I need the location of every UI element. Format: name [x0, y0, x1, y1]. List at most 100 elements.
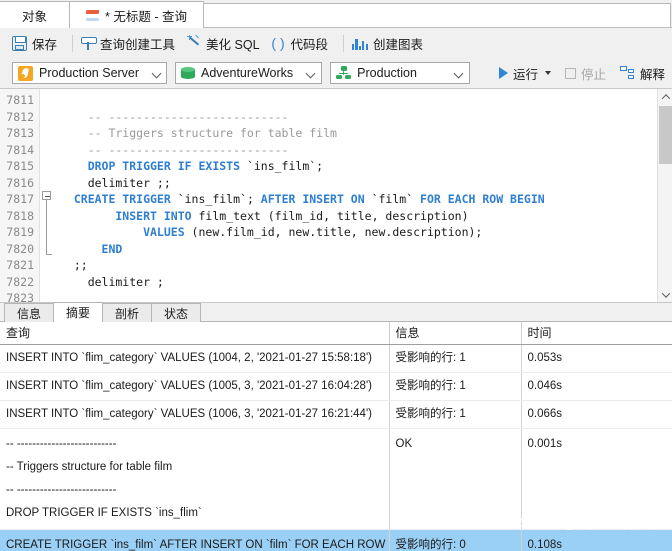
cell-query: -- -------------------------- -- Trigger… [0, 428, 390, 530]
cell-info: 受影响的行: 1 [389, 372, 522, 401]
column-header-info[interactable]: 信息 [389, 322, 522, 345]
create-chart-button[interactable]: 创建图表 [350, 32, 432, 55]
result-tab-摘要[interactable]: 摘要 [53, 302, 104, 322]
code-line[interactable]: -- -------------------------- [56, 142, 657, 159]
code-line[interactable]: INSERT INTO film_text (film_id, title, d… [56, 208, 657, 225]
stop-button-label: 停止 [580, 67, 606, 82]
code-line[interactable]: ;; [56, 257, 657, 274]
cell-info: 受影响的行: 1 [389, 344, 522, 373]
stop-button: 停止 [558, 62, 613, 85]
tab-objects[interactable]: 对象 [0, 1, 71, 28]
cell-time: 0.108s [521, 529, 672, 551]
result-tab-状态[interactable]: 状态 [151, 303, 202, 322]
query-builder-icon [81, 36, 98, 51]
code-line[interactable] [56, 92, 657, 109]
stop-icon [564, 67, 576, 79]
code-line[interactable]: VALUES (new.film_id, new.title, new.desc… [56, 224, 657, 241]
beautify-sql-button[interactable]: 美化 SQL [184, 32, 269, 55]
result-tab-信息[interactable]: 信息 [4, 303, 55, 322]
tab-bar-filler [202, 3, 671, 28]
code-line[interactable]: -- Triggers structure for table film [56, 125, 657, 142]
query-builder-button[interactable]: 查询创建工具 [79, 32, 184, 55]
tab-query-label: * 无标题 - 查询 [105, 9, 187, 24]
code-fold-column[interactable] [40, 89, 56, 302]
cell-info: 受影响的行: 1 [389, 400, 522, 429]
scroll-up-icon[interactable] [658, 89, 672, 104]
line-number-gutter: 7811 7812 7813 7814 7815 7816 7817 7818 7819 7820… [0, 89, 40, 302]
code-line[interactable] [56, 290, 657, 302]
table-row[interactable]: INSERT INTO `flim_category` VALUES (1005… [0, 372, 672, 401]
line-number: 7821 [6, 258, 34, 272]
toolbar-separator-2 [343, 34, 345, 52]
sql-comment: -- -------------------------- [60, 109, 289, 124]
cell-query: INSERT INTO `flim_category` VALUES (1005… [0, 372, 390, 401]
beautify-sql-label: 美化 SQL [206, 37, 260, 52]
scroll-down-icon[interactable] [658, 287, 672, 302]
chevron-down-icon [151, 67, 163, 79]
server-select-value: Production Server [39, 66, 140, 80]
result-tab-剖析[interactable]: 剖析 [102, 303, 153, 322]
run-button[interactable]: 运行 [492, 62, 558, 85]
mysql-dolphin-icon [18, 65, 33, 81]
sql-text: (new.film_id, new.title, new.description… [184, 225, 483, 239]
fold-collapse-icon[interactable] [42, 191, 51, 200]
sql-keyword: END [101, 241, 123, 256]
code-line[interactable]: -- -------------------------- [56, 109, 657, 126]
create-chart-label: 创建图表 [373, 37, 424, 52]
fold-guide-end [46, 254, 52, 255]
scrollbar-thumb[interactable] [659, 106, 672, 164]
database-select[interactable]: AdventureWorks [175, 62, 323, 84]
cell-query: CREATE TRIGGER `ins_film` AFTER INSERT O… [0, 529, 390, 551]
cell-time: 0.066s [521, 400, 672, 429]
sql-text: film_text (film_id, title, description) [191, 208, 469, 223]
cell-time: 0.001s [521, 428, 672, 530]
sql-keyword: AFTER INSERT ON [260, 192, 365, 206]
table-row[interactable]: -- -------------------------- -- Trigger… [0, 428, 672, 530]
code-line[interactable]: CREATE TRIGGER `ins_film`; AFTER INSERT … [56, 191, 657, 208]
code-line[interactable]: delimiter ; [56, 274, 657, 291]
sql-text: `ins_film`; [170, 192, 261, 206]
sql-keyword: FOR EACH ROW BEGIN [420, 192, 545, 206]
save-button[interactable]: 保存 [10, 32, 66, 55]
sql-code-area[interactable]: -- -------------------------- -- Trigger… [56, 89, 657, 302]
line-number: 7820 [6, 241, 34, 256]
line-number: 7823 [6, 291, 34, 302]
code-line[interactable]: END [56, 241, 657, 258]
toolbar-separator-1 [72, 34, 74, 52]
line-number: 7818 [6, 208, 34, 223]
tab-query[interactable]: * 无标题 - 查询 [69, 1, 204, 28]
editor-vertical-scrollbar[interactable] [657, 89, 672, 302]
sql-text: delimiter ; [60, 274, 164, 289]
query-doc-icon [86, 9, 100, 22]
schema-select[interactable]: Production [330, 62, 470, 84]
explain-button-label: 解释 [639, 67, 665, 82]
server-select[interactable]: Production Server [12, 62, 167, 84]
table-row[interactable]: CREATE TRIGGER `ins_film` AFTER INSERT O… [0, 529, 672, 551]
line-number: 7814 [6, 142, 34, 157]
code-line[interactable]: DROP TRIGGER IF EXISTS `ins_film`; [56, 158, 657, 175]
cell-query: INSERT INTO `flim_category` VALUES (1006… [0, 400, 390, 429]
caret-down-icon[interactable] [544, 71, 551, 75]
sql-comment: -- Triggers structure for table film [60, 126, 337, 140]
line-number: 7811 [6, 93, 34, 107]
column-header-query[interactable]: 查询 [0, 322, 390, 345]
cell-time: 0.046s [521, 372, 672, 401]
execution-controls: 运行 停止 解释 [492, 62, 672, 85]
cell-query: INSERT INTO `flim_category` VALUES (1004… [0, 344, 390, 373]
results-panel[interactable]: 查询 信息 时间 INSERT INTO `flim_category` VAL… [0, 322, 672, 551]
database-select-value: AdventureWorks [201, 66, 294, 80]
table-row[interactable]: INSERT INTO `flim_category` VALUES (1004… [0, 344, 672, 373]
bar-chart-icon [352, 37, 368, 50]
code-snippet-button[interactable]: ( ) 代码段 [269, 32, 338, 55]
cell-info: OK [389, 428, 522, 530]
line-number: 7815 [6, 159, 34, 173]
sql-editor[interactable]: 7811 7812 7813 7814 7815 7816 7817 7818 7819 7820… [0, 88, 672, 302]
table-row[interactable]: INSERT INTO `flim_category` VALUES (1006… [0, 400, 672, 429]
column-header-time[interactable]: 时间 [521, 322, 672, 345]
explain-button[interactable]: 解释 [613, 62, 672, 85]
code-line[interactable]: delimiter ;; [56, 175, 657, 192]
database-icon [181, 66, 195, 81]
main-toolbar: 保存 查询创建工具 美化 SQL ( ) 代码段 创建图表 [0, 28, 672, 58]
cell-info: 受影响的行: 0 [389, 529, 522, 551]
